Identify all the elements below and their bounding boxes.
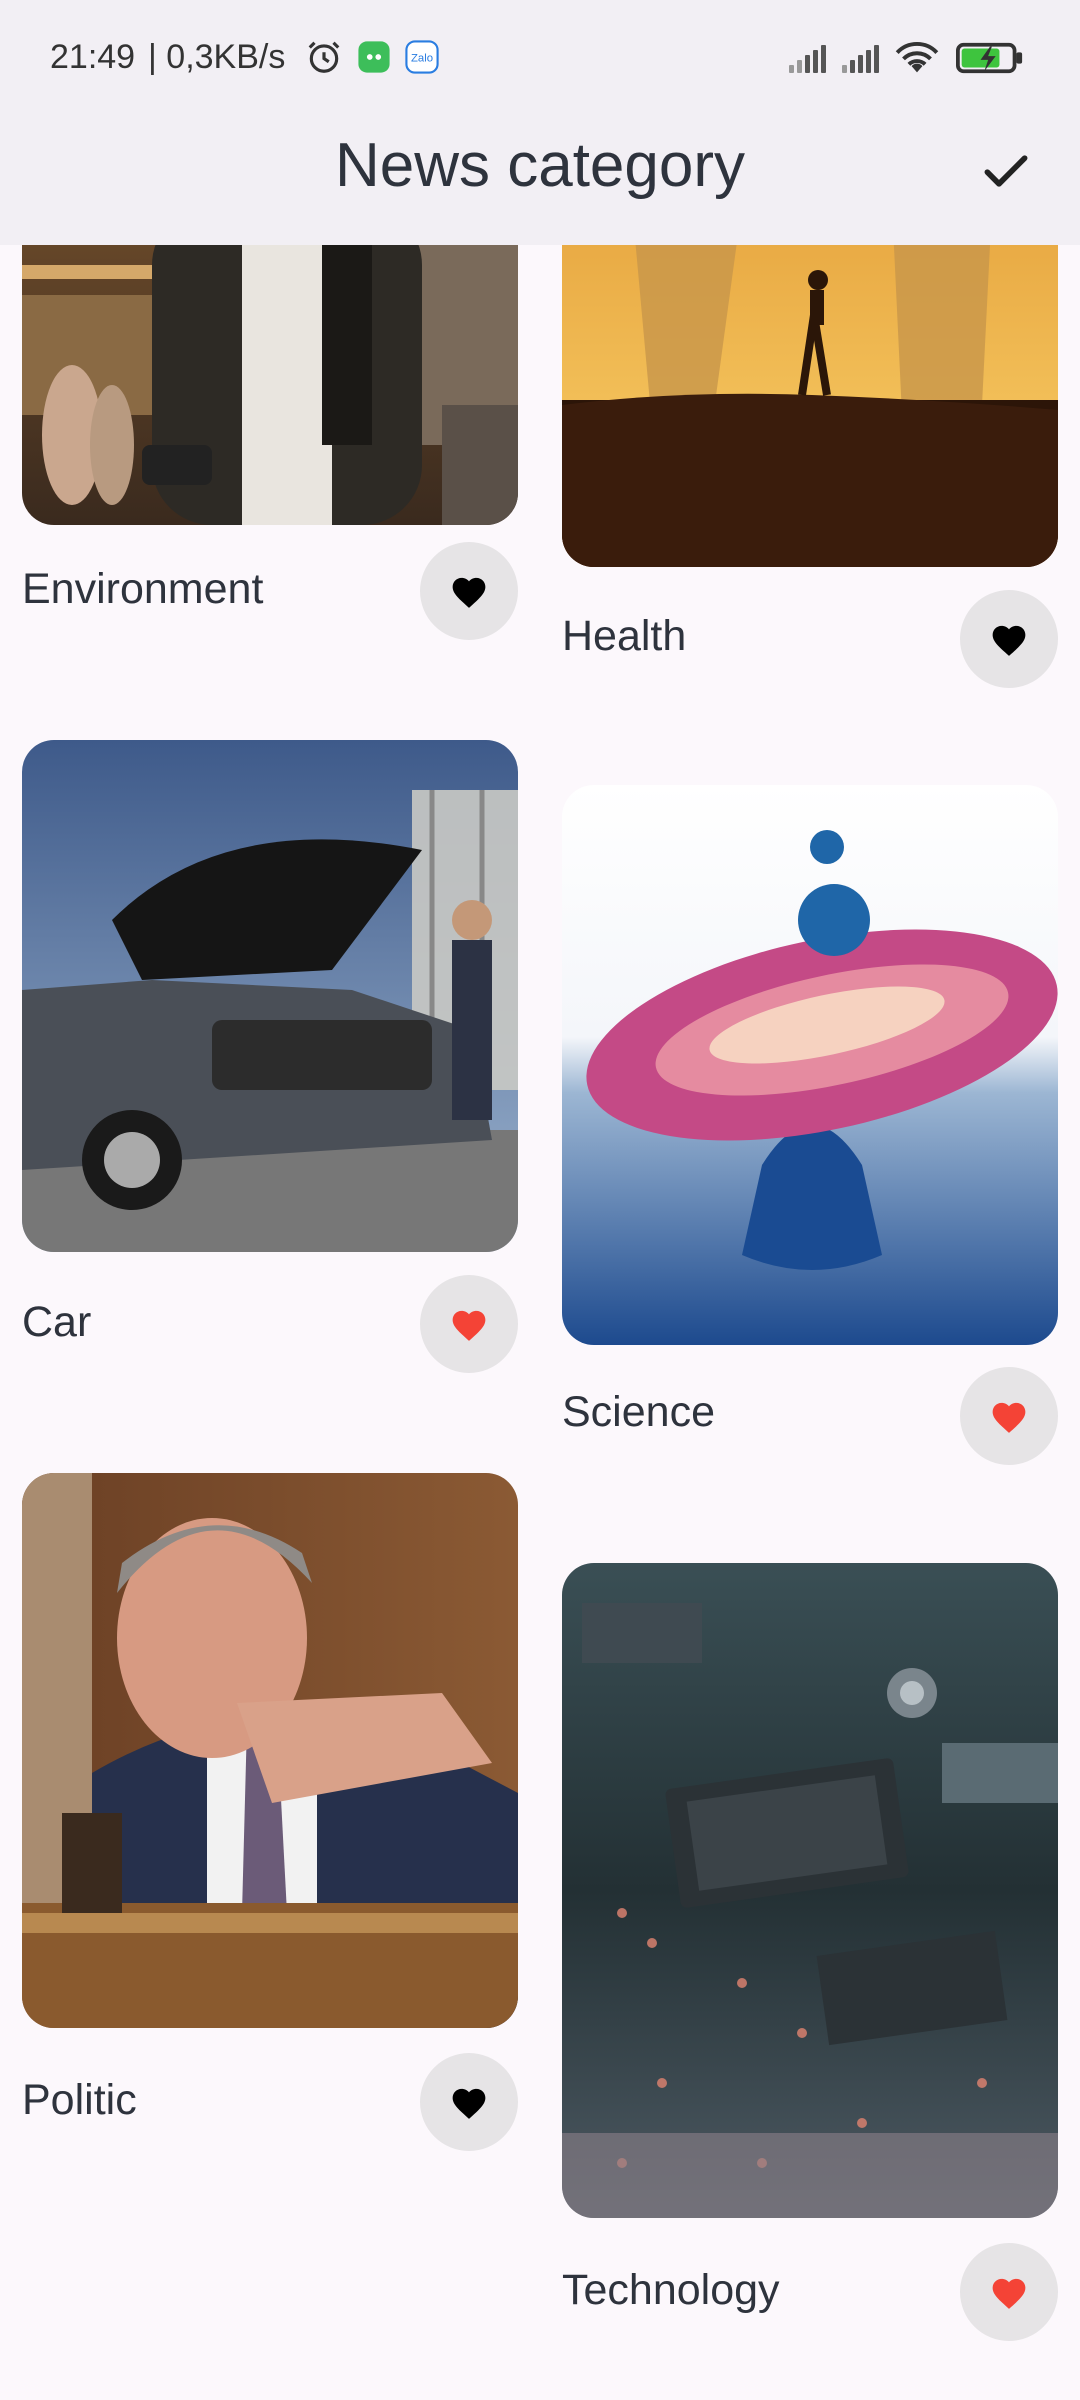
category-image-politic[interactable] — [22, 1473, 518, 2028]
category-image-environment[interactable] — [22, 205, 518, 525]
category-card-technology[interactable]: Technology — [562, 1563, 1058, 2393]
category-label: Environment — [22, 565, 264, 613]
category-grid: Environment Health Car Science Politic T… — [0, 0, 1080, 2400]
category-label: Car — [22, 1298, 92, 1346]
heart-icon — [992, 1402, 1026, 1433]
favorite-button[interactable] — [420, 542, 518, 640]
battery-charging-icon — [956, 42, 1023, 74]
page-title: News category — [334, 131, 746, 200]
category-label: Science — [562, 1388, 715, 1436]
category-card-car[interactable]: Car — [22, 740, 518, 1380]
wifi-icon — [895, 42, 939, 73]
top-bar: 21:49 | 0,3KB/s Zalo News category — [0, 0, 1080, 245]
alarm-icon — [308, 41, 340, 73]
cat-app-icon — [358, 41, 390, 73]
signal-icon — [842, 43, 879, 73]
category-card-science[interactable]: Science — [562, 785, 1058, 1475]
category-card-politic[interactable]: Politic — [22, 1473, 518, 2153]
heart-icon — [992, 2278, 1026, 2309]
heart-icon — [452, 577, 486, 608]
category-card-health[interactable]: Health — [562, 205, 1058, 695]
favorite-button[interactable] — [960, 2243, 1058, 2341]
zalo-icon-text: Zalo — [411, 52, 433, 64]
category-label: Health — [562, 612, 687, 660]
heart-icon — [452, 1310, 486, 1341]
status-time: 21:49 — [50, 38, 136, 76]
status-icons-left: Zalo — [305, 38, 439, 76]
category-card-environment[interactable]: Environment — [22, 205, 518, 645]
signal-icon — [789, 43, 826, 73]
network-speed: | 0,3KB/s — [148, 38, 286, 76]
favorite-button[interactable] — [960, 590, 1058, 688]
favorite-button[interactable] — [960, 1367, 1058, 1465]
app-bar: News category — [0, 115, 1080, 245]
status-icons-right — [789, 40, 1025, 76]
heart-icon — [452, 2088, 486, 2119]
zalo-pay-icon: Zalo — [405, 40, 439, 74]
category-image-car[interactable] — [22, 740, 518, 1252]
category-image-technology[interactable] — [562, 1563, 1058, 2218]
confirm-button[interactable] — [970, 135, 1042, 207]
category-image-health[interactable] — [562, 205, 1058, 567]
favorite-button[interactable] — [420, 1275, 518, 1373]
category-label: Technology — [562, 2266, 780, 2314]
favorite-button[interactable] — [420, 2053, 518, 2151]
heart-icon — [992, 625, 1026, 656]
status-bar: 21:49 | 0,3KB/s Zalo — [0, 0, 1080, 115]
category-label: Politic — [22, 2076, 137, 2124]
check-icon — [984, 155, 1028, 187]
category-image-science[interactable] — [562, 785, 1058, 1345]
